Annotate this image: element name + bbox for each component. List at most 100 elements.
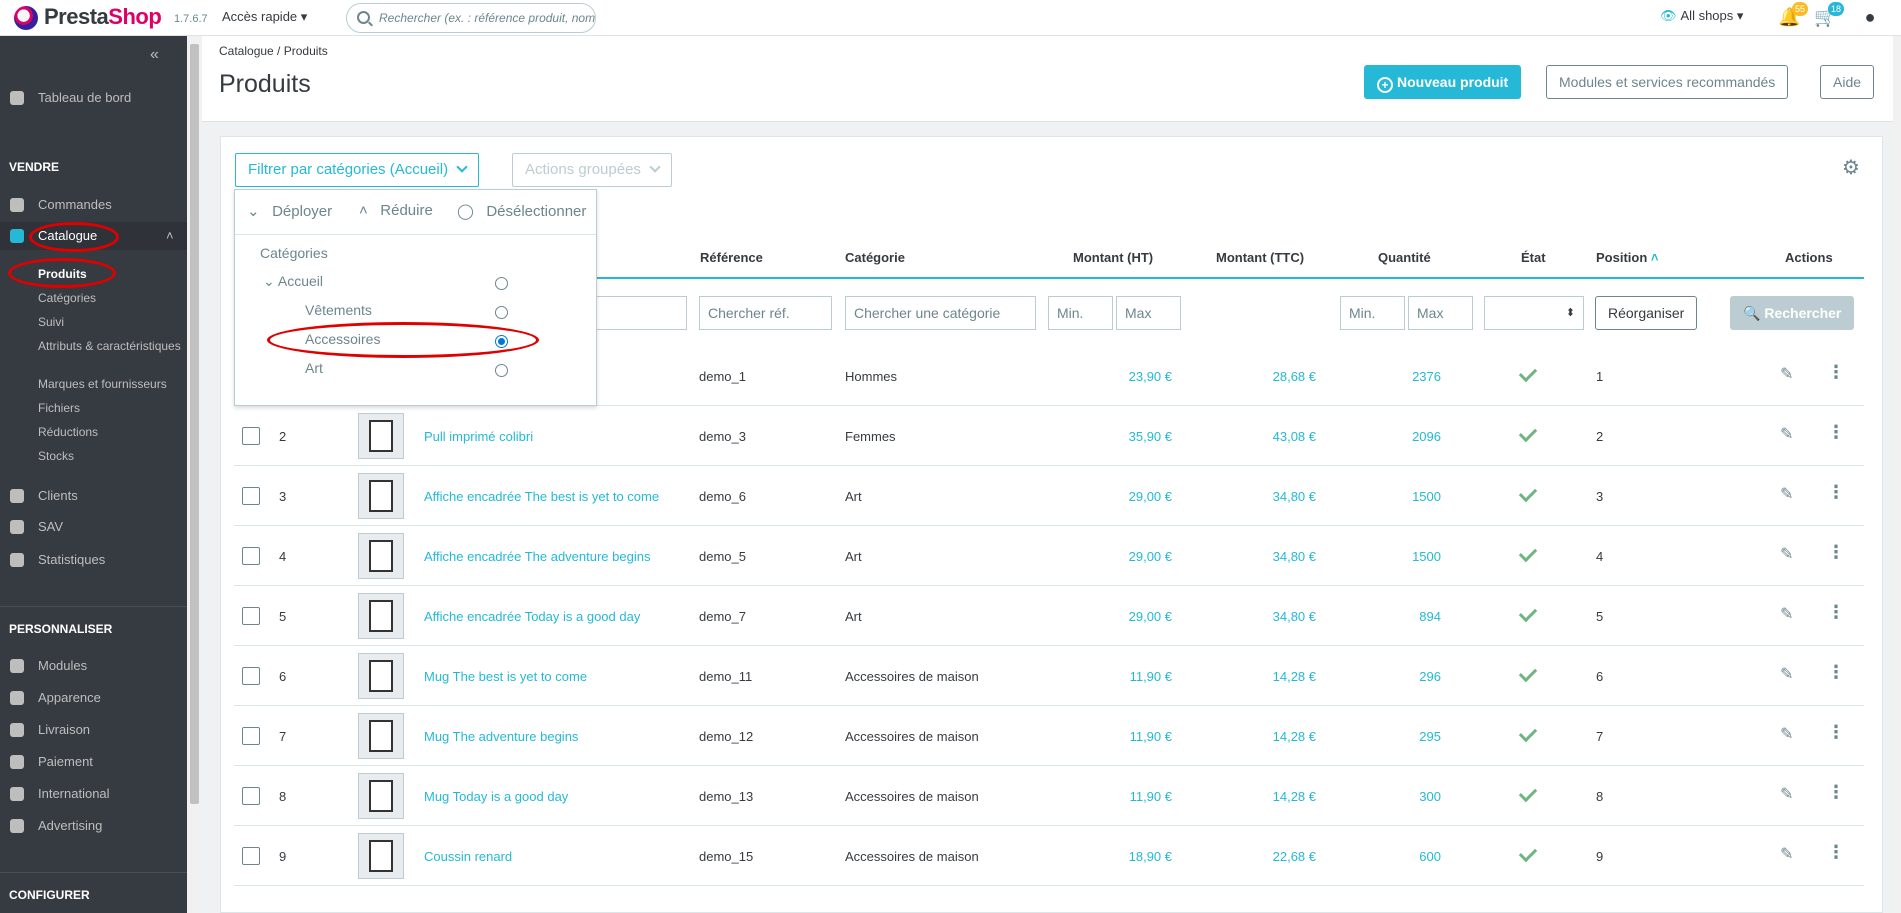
radio-art[interactable] bbox=[495, 364, 508, 377]
price-ht[interactable]: 35,90 € bbox=[1092, 429, 1172, 444]
row-checkbox[interactable] bbox=[242, 787, 260, 805]
edit-pencil-icon[interactable]: ✎ bbox=[1780, 844, 1793, 864]
price-ttc[interactable]: 22,68 € bbox=[1234, 849, 1316, 864]
product-name-link[interactable]: Affiche encadrée Today is a good day bbox=[424, 609, 640, 624]
row-checkbox[interactable] bbox=[242, 667, 260, 685]
quantity[interactable]: 300 bbox=[1374, 789, 1441, 804]
row-checkbox[interactable] bbox=[242, 547, 260, 565]
price-ht[interactable]: 23,90 € bbox=[1092, 369, 1172, 384]
sidebar-item-payment[interactable]: Paiement bbox=[0, 748, 187, 776]
logo-text[interactable]: PrestaShop bbox=[44, 4, 162, 30]
sidebar-item-international[interactable]: International bbox=[0, 780, 187, 808]
price-ttc[interactable]: 34,80 € bbox=[1234, 489, 1316, 504]
price-ttc[interactable]: 34,80 € bbox=[1234, 609, 1316, 624]
quantity[interactable]: 1500 bbox=[1374, 489, 1441, 504]
sidebar-sub-attributes[interactable]: Attributs & caractéristiques bbox=[38, 339, 183, 353]
deselect-button[interactable]: ◯ Désélectionner bbox=[457, 202, 586, 220]
quantity[interactable]: 2096 bbox=[1374, 429, 1441, 444]
product-name-link[interactable]: Pull imprimé colibri bbox=[424, 429, 533, 444]
table-row[interactable]: 7 Mug The adventure begins demo_12 Accessoi… bbox=[234, 706, 1864, 766]
enabled-check-icon[interactable] bbox=[1518, 783, 1538, 803]
sidebar-sub-monitoring[interactable]: Suivi bbox=[38, 315, 183, 329]
enabled-check-icon[interactable] bbox=[1518, 603, 1538, 623]
product-thumbnail[interactable] bbox=[358, 533, 404, 579]
product-thumbnail[interactable] bbox=[358, 713, 404, 759]
quantity[interactable]: 296 bbox=[1374, 669, 1441, 684]
sidebar-item-customers[interactable]: Clients bbox=[0, 482, 187, 510]
product-thumbnail[interactable] bbox=[358, 593, 404, 639]
page-scrollbar[interactable] bbox=[1893, 36, 1901, 913]
sidebar-item-dashboard[interactable]: Tableau de bord bbox=[0, 84, 187, 112]
table-row[interactable]: 3 Affiche encadrée The best is yet to com… bbox=[234, 466, 1864, 526]
bulk-actions-button[interactable]: Actions groupées bbox=[512, 153, 672, 187]
category-filter-input[interactable]: Chercher une catégorie bbox=[845, 296, 1036, 330]
product-thumbnail[interactable] bbox=[358, 653, 404, 699]
sidebar-item-modules[interactable]: Modules bbox=[0, 652, 187, 680]
breadcrumb-catalog[interactable]: Catalogue bbox=[219, 44, 274, 58]
more-actions-icon[interactable]: ⋮ bbox=[1827, 482, 1845, 503]
col-state[interactable]: État bbox=[1521, 250, 1546, 265]
search-input[interactable]: Rechercher (ex. : référence produit, nom bbox=[346, 3, 596, 33]
reorganize-button[interactable]: Réorganiser bbox=[1595, 296, 1698, 330]
edit-pencil-icon[interactable]: ✎ bbox=[1780, 724, 1793, 744]
product-thumbnail[interactable] bbox=[358, 473, 404, 519]
sidebar-sub-categories[interactable]: Catégories bbox=[38, 291, 183, 305]
row-checkbox[interactable] bbox=[242, 427, 260, 445]
edit-pencil-icon[interactable]: ✎ bbox=[1780, 544, 1793, 564]
price-ht[interactable]: 29,00 € bbox=[1092, 609, 1172, 624]
bell-icon[interactable]: 🔔 55 bbox=[1778, 2, 1808, 28]
table-row[interactable]: 5 Affiche encadrée Today is a good day dem… bbox=[234, 586, 1864, 646]
product-name-link[interactable]: Mug The best is yet to come bbox=[424, 669, 587, 684]
quantity[interactable]: 600 bbox=[1374, 849, 1441, 864]
reduce-button[interactable]: ˄ Réduire bbox=[359, 202, 433, 219]
radio-home[interactable] bbox=[495, 277, 508, 290]
scrollbar-thumb[interactable] bbox=[190, 44, 199, 804]
enabled-check-icon[interactable] bbox=[1518, 423, 1538, 443]
new-product-button[interactable]: + Nouveau produit bbox=[1364, 65, 1522, 99]
product-name-link[interactable]: Coussin renard bbox=[424, 849, 512, 864]
enabled-check-icon[interactable] bbox=[1518, 723, 1538, 743]
price-ttc[interactable]: 43,08 € bbox=[1234, 429, 1316, 444]
category-filter-button[interactable]: Filtrer par catégories (Accueil) bbox=[235, 153, 480, 187]
sidebar-item-shipping[interactable]: Livraison bbox=[0, 716, 187, 744]
edit-pencil-icon[interactable]: ✎ bbox=[1780, 424, 1793, 444]
more-actions-icon[interactable]: ⋮ bbox=[1827, 842, 1845, 863]
more-actions-icon[interactable]: ⋮ bbox=[1827, 722, 1845, 743]
enabled-check-icon[interactable] bbox=[1518, 663, 1538, 683]
more-actions-icon[interactable]: ⋮ bbox=[1827, 662, 1845, 683]
price-ttc[interactable]: 14,28 € bbox=[1234, 729, 1316, 744]
table-row[interactable]: 4 Affiche encadrée The adventure begins de… bbox=[234, 526, 1864, 586]
table-row[interactable]: 6 Mug The best is yet to come demo_11 Acces… bbox=[234, 646, 1864, 706]
table-row[interactable]: 9 Coussin renard demo_15 Accessoires de mai… bbox=[234, 826, 1864, 886]
edit-pencil-icon[interactable]: ✎ bbox=[1780, 664, 1793, 684]
price-ht[interactable]: 11,90 € bbox=[1092, 789, 1172, 804]
more-actions-icon[interactable]: ⋮ bbox=[1827, 602, 1845, 623]
price-ht[interactable]: 18,90 € bbox=[1092, 849, 1172, 864]
price-ht[interactable]: 11,90 € bbox=[1092, 729, 1172, 744]
row-checkbox[interactable] bbox=[242, 727, 260, 745]
row-checkbox[interactable] bbox=[242, 607, 260, 625]
edit-pencil-icon[interactable]: ✎ bbox=[1780, 784, 1793, 804]
product-thumbnail[interactable] bbox=[358, 773, 404, 819]
help-button[interactable]: Aide bbox=[1820, 65, 1875, 99]
product-thumbnail[interactable] bbox=[358, 833, 404, 879]
quantity[interactable]: 2376 bbox=[1374, 369, 1441, 384]
tree-item-clothes[interactable]: Vêtements bbox=[305, 302, 372, 318]
col-reference[interactable]: Référence bbox=[700, 250, 763, 265]
enabled-check-icon[interactable] bbox=[1518, 363, 1538, 383]
customers-icon[interactable]: 🛒 18 bbox=[1814, 2, 1844, 28]
sidebar-item-stats[interactable]: Statistiques bbox=[0, 546, 187, 574]
state-select[interactable]: ⬍ bbox=[1484, 296, 1584, 330]
row-checkbox[interactable] bbox=[242, 487, 260, 505]
sidebar-item-advertising[interactable]: Advertising bbox=[0, 812, 187, 840]
quantity[interactable]: 295 bbox=[1374, 729, 1441, 744]
row-checkbox[interactable] bbox=[242, 847, 260, 865]
col-price-ht[interactable]: Montant (HT) bbox=[1073, 250, 1153, 265]
enabled-check-icon[interactable] bbox=[1518, 843, 1538, 863]
price-ttc[interactable]: 28,68 € bbox=[1234, 369, 1316, 384]
reference-filter-input[interactable]: Chercher réf. bbox=[699, 296, 832, 330]
tree-item-art[interactable]: Art bbox=[305, 360, 323, 376]
sidebar-sub-stocks[interactable]: Stocks bbox=[38, 449, 183, 463]
search-button[interactable]: 🔍 Rechercher bbox=[1730, 296, 1855, 330]
deploy-button[interactable]: ⌄ Déployer bbox=[247, 202, 332, 220]
